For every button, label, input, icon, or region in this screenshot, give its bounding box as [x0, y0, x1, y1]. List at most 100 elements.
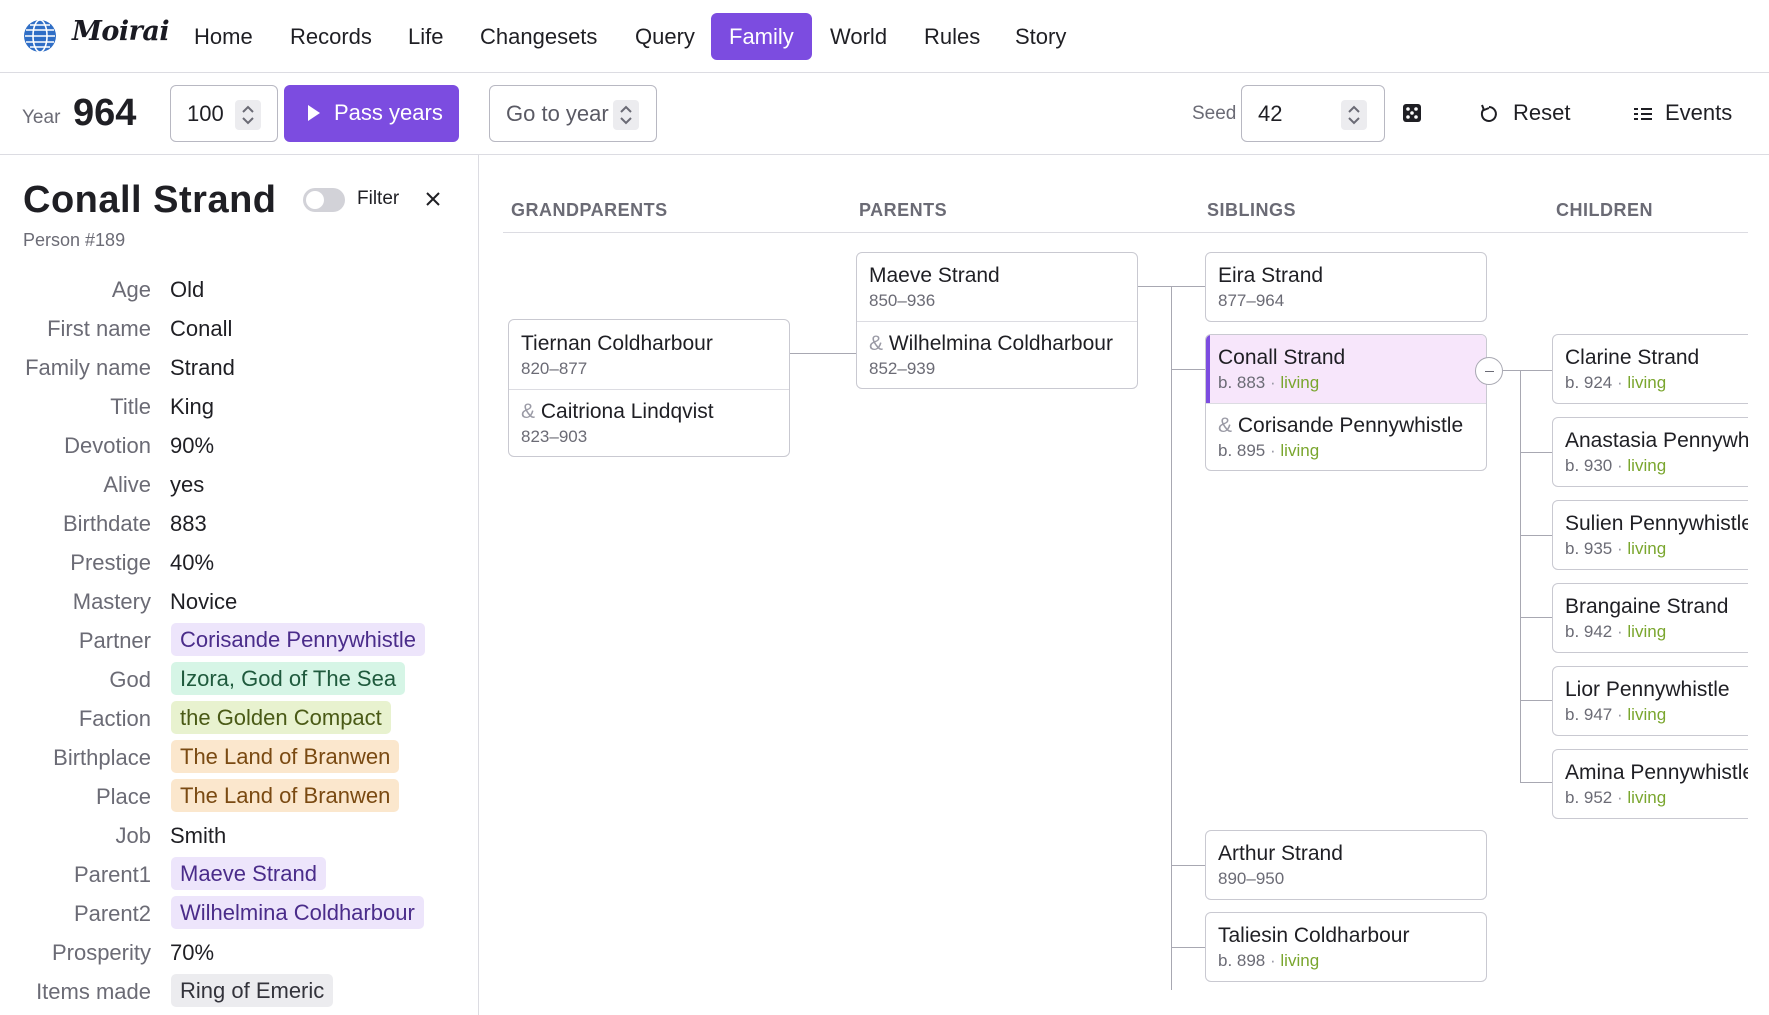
- spouse-ampersand: &: [869, 332, 884, 355]
- stepper-icon[interactable]: [235, 100, 261, 130]
- child-card[interactable]: Amina Pennywhistle b. 952 · living: [1552, 749, 1748, 819]
- person-entry[interactable]: Anastasia Pennywh b. 930 · living: [1553, 429, 1748, 476]
- attr-value: Conall: [170, 316, 233, 341]
- attr-label: Title: [110, 394, 151, 419]
- column-header-siblings: SIBLINGS: [1207, 200, 1297, 220]
- person-entry[interactable]: Taliesin Coldharbour b. 898 · living: [1206, 924, 1486, 971]
- events-button[interactable]: Events: [1665, 100, 1732, 126]
- person-name: Tiernan Coldharbour: [521, 332, 713, 355]
- header-divider: [503, 232, 1748, 233]
- person-entry[interactable]: Tiernan Coldharbour 820–877: [509, 332, 789, 379]
- person-entry[interactable]: Brangaine Strand b. 942 · living: [1553, 595, 1748, 642]
- parent2-chip[interactable]: Wilhelmina Coldharbour: [171, 896, 424, 929]
- connector-line: [1171, 286, 1172, 990]
- attr-label: Birthdate: [62, 511, 151, 536]
- person-entry[interactable]: Amina Pennywhistle b. 952 · living: [1553, 761, 1748, 808]
- nav-changesets[interactable]: Changesets: [462, 13, 615, 60]
- child-card[interactable]: Anastasia Pennywh b. 930 · living: [1552, 417, 1748, 487]
- attr-label: Prosperity: [51, 940, 151, 965]
- seed-label: Seed: [1192, 103, 1237, 124]
- partner-chip[interactable]: Corisande Pennywhistle: [171, 623, 426, 656]
- person-entry[interactable]: Maeve Strand 850–936: [857, 264, 1137, 311]
- living-status: living: [1280, 951, 1320, 970]
- connector-line: [1520, 370, 1521, 782]
- brand-name: Moirai: [72, 16, 170, 47]
- separator: ·: [1617, 788, 1623, 807]
- parents-card: Maeve Strand 850–936 & Wilhelmina Coldha…: [856, 252, 1138, 389]
- stepper-icon[interactable]: [613, 100, 639, 130]
- place-chip[interactable]: The Land of Branwen: [171, 779, 400, 812]
- selected-person-card: Conall Strand b. 883 · living & Corisand…: [1205, 334, 1487, 471]
- attr-label: Age: [111, 277, 151, 302]
- reset-button[interactable]: Reset: [1513, 100, 1570, 126]
- children-column: Clarine Strand b. 924 · living Anastasia…: [1552, 334, 1748, 820]
- card-divider: [1206, 403, 1486, 404]
- sibling-card[interactable]: Arthur Strand 890–950: [1205, 830, 1487, 900]
- attr-label: Alive: [103, 472, 151, 497]
- person-entry[interactable]: Eira Strand 877–964: [1206, 264, 1486, 311]
- filter-toggle[interactable]: [303, 188, 345, 212]
- living-status: living: [1627, 456, 1667, 475]
- child-card[interactable]: Sulien Pennywhistle b. 935 · living: [1552, 500, 1748, 570]
- collapse-children-button[interactable]: [1475, 357, 1503, 385]
- person-name: Arthur Strand: [1218, 842, 1343, 865]
- person-entry[interactable]: & Wilhelmina Coldharbour 852–939: [857, 332, 1137, 379]
- child-card[interactable]: Brangaine Strand b. 942 · living: [1552, 583, 1748, 653]
- stepper-icon[interactable]: [1341, 100, 1367, 130]
- attr-label: Place: [95, 784, 151, 809]
- year-label: Year: [22, 107, 61, 128]
- attr-label: Birthplace: [53, 745, 151, 770]
- nav-story[interactable]: Story: [997, 13, 1084, 60]
- connector-line: [789, 353, 857, 354]
- go-to-year-input[interactable]: Go to year: [489, 85, 657, 142]
- attr-label: Parent2: [73, 901, 151, 926]
- attr-label: Faction: [78, 706, 151, 731]
- parent1-chip[interactable]: Maeve Strand: [171, 857, 326, 890]
- god-chip[interactable]: Izora, God of The Sea: [171, 662, 406, 695]
- person-name: Conall Strand: [1218, 346, 1346, 369]
- nav-world[interactable]: World: [812, 13, 905, 60]
- connector-line: [1520, 617, 1552, 618]
- nav-home[interactable]: Home: [176, 13, 271, 60]
- birthplace-chip[interactable]: The Land of Branwen: [171, 740, 400, 773]
- person-entry[interactable]: & Caitriona Lindqvist 823–903: [509, 400, 789, 447]
- child-card[interactable]: Clarine Strand b. 924 · living: [1552, 334, 1748, 404]
- seed-input[interactable]: 42: [1241, 85, 1385, 142]
- nav-life[interactable]: Life: [390, 13, 461, 60]
- connector-line: [1171, 286, 1205, 287]
- close-icon[interactable]: [424, 190, 442, 208]
- dice-icon[interactable]: [1402, 103, 1422, 123]
- pass-years-input[interactable]: 100: [170, 85, 278, 142]
- attr-value: 90%: [170, 433, 215, 458]
- person-name: Sulien Pennywhistle: [1565, 512, 1748, 535]
- person-name: Caitriona Lindqvist: [540, 400, 714, 423]
- separator: ·: [1617, 456, 1623, 475]
- birth-year: b. 895: [1218, 441, 1266, 460]
- nav-family[interactable]: Family: [711, 13, 812, 60]
- person-entry[interactable]: & Corisande Pennywhistle b. 895 · living: [1206, 414, 1486, 461]
- attr-value: Smith: [170, 823, 227, 848]
- nav-query[interactable]: Query: [617, 13, 713, 60]
- sibling-card[interactable]: Eira Strand 877–964: [1205, 252, 1487, 322]
- person-dates: 850–936: [869, 291, 936, 310]
- nav-rules[interactable]: Rules: [906, 13, 998, 60]
- child-card[interactable]: Lior Pennywhistle b. 947 · living: [1552, 666, 1748, 736]
- separator: ·: [1270, 373, 1276, 392]
- birth-year: b. 898: [1218, 951, 1266, 970]
- person-dates: 877–964: [1218, 291, 1285, 310]
- selected-person-entry[interactable]: Conall Strand b. 883 · living: [1206, 335, 1486, 403]
- faction-chip[interactable]: the Golden Compact: [171, 701, 391, 734]
- nav-records[interactable]: Records: [272, 13, 390, 60]
- person-entry[interactable]: Sulien Pennywhistle b. 935 · living: [1553, 512, 1748, 559]
- item-chip[interactable]: Ring of Emeric: [171, 974, 334, 1007]
- reset-icon[interactable]: [1478, 103, 1500, 125]
- person-dates: 823–903: [521, 427, 588, 446]
- events-icon[interactable]: [1632, 103, 1654, 125]
- attr-value: 40%: [170, 550, 215, 575]
- sibling-card[interactable]: Taliesin Coldharbour b. 898 · living: [1205, 912, 1487, 982]
- person-entry[interactable]: Clarine Strand b. 924 · living: [1553, 346, 1748, 393]
- pass-years-button[interactable]: Pass years: [284, 85, 459, 142]
- birth-year: b. 924: [1565, 373, 1613, 392]
- person-entry[interactable]: Arthur Strand 890–950: [1206, 842, 1486, 889]
- person-entry[interactable]: Lior Pennywhistle b. 947 · living: [1553, 678, 1748, 725]
